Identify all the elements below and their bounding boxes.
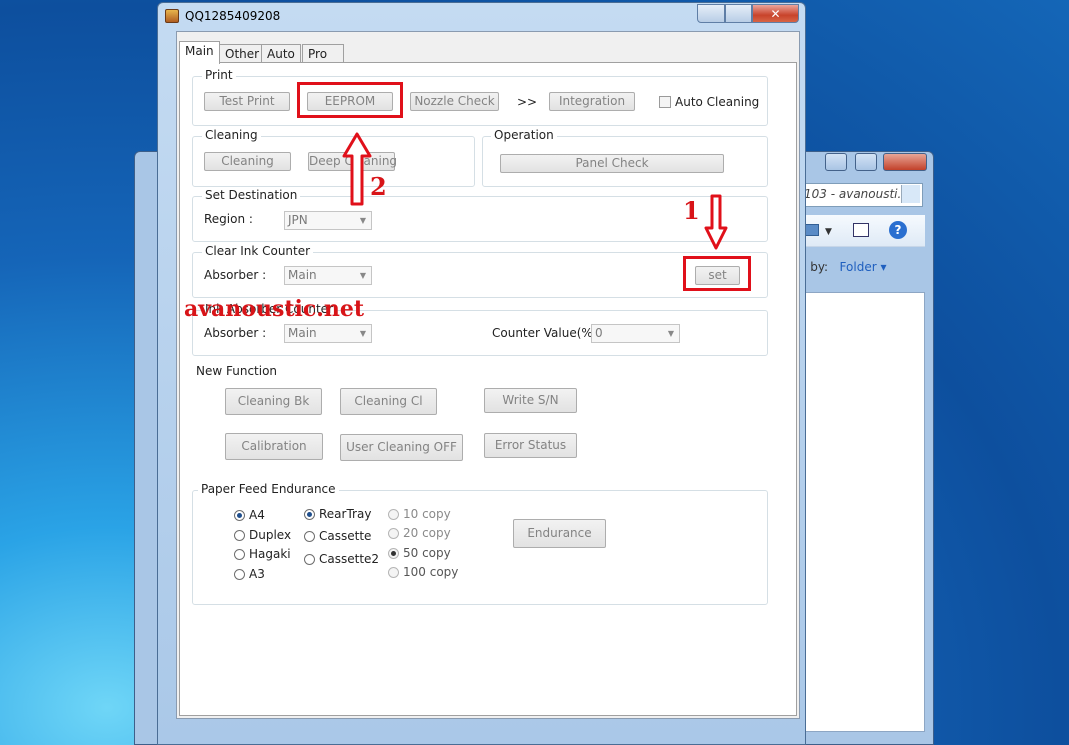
duplex-radio[interactable] [234, 530, 245, 541]
ink-absorber-value: Main [288, 326, 317, 340]
test-print-button[interactable]: Test Print [204, 92, 290, 111]
paper-feed-endurance-label: Paper Feed Endurance [198, 482, 339, 496]
copy-100-label: 100 copy [403, 565, 459, 579]
copy-10-label: 10 copy [403, 507, 451, 521]
region-select[interactable]: JPN ▼ [284, 211, 372, 230]
hagaki-radio[interactable] [234, 549, 245, 560]
copy-50-label: 50 copy [403, 546, 451, 560]
tab-auto[interactable]: Auto [261, 44, 301, 63]
view-icon[interactable] [805, 224, 819, 236]
preview-pane-icon[interactable] [853, 223, 869, 237]
clear-ink-counter-label: Clear Ink Counter [202, 244, 314, 258]
endurance-button[interactable]: Endurance [513, 519, 606, 548]
bg-arrange-by[interactable]: e by: Folder ▾ [799, 260, 923, 282]
a3-radio[interactable] [234, 569, 245, 580]
clear-ink-counter-group [192, 252, 768, 298]
bg-content-pane [799, 292, 925, 732]
counter-value-select[interactable]: 0 ▼ [591, 324, 680, 343]
duplex-label: Duplex [249, 528, 292, 542]
auto-cleaning-label: Auto Cleaning [675, 95, 760, 109]
auto-cleaning-checkbox[interactable] [659, 96, 671, 108]
bg-maximize-button[interactable] [855, 153, 877, 171]
cleaning-group-label: Cleaning [202, 128, 261, 142]
cleaning-bk-button[interactable]: Cleaning Bk [225, 388, 322, 415]
nozzle-check-button[interactable]: Nozzle Check [410, 92, 499, 111]
a4-label: A4 [249, 508, 265, 522]
chevron-down-icon: ▼ [359, 271, 367, 280]
copy-20-radio[interactable] [388, 528, 399, 539]
window-title: QQ1285409208 [185, 9, 281, 23]
error-status-button[interactable]: Error Status [484, 433, 577, 458]
ink-absorber-select[interactable]: Main ▼ [284, 324, 372, 343]
clear-ink-absorber-value: Main [288, 268, 317, 282]
tab-pro[interactable]: Pro [302, 44, 344, 63]
bg-close-button[interactable] [883, 153, 927, 171]
calibration-button[interactable]: Calibration [225, 433, 323, 460]
integration-button[interactable]: Integration [549, 92, 635, 111]
counter-value: 0 [595, 326, 603, 340]
step-1-label: 1 [683, 196, 700, 225]
cleaning-button[interactable]: Cleaning [204, 152, 291, 171]
title-bar: QQ1285409208 ✕ [158, 3, 805, 31]
bg-toolbar: ▼ ? [799, 215, 925, 247]
clear-ink-absorber-label: Absorber : [204, 268, 267, 282]
bg-address-bar[interactable]: 103 - avanousti... [799, 183, 923, 207]
main-window: QQ1285409208 ✕ Main Other Auto Pro Print… [157, 2, 806, 745]
reartray-radio[interactable] [304, 509, 315, 520]
down-arrow-annotation [704, 194, 728, 250]
counter-value-label: Counter Value(%) : [492, 326, 606, 340]
copy-100-radio[interactable] [388, 567, 399, 578]
new-function-label: New Function [196, 364, 278, 378]
tab-main[interactable]: Main [179, 41, 220, 64]
copy-50-radio[interactable] [388, 548, 399, 559]
arrange-by-value[interactable]: Folder ▾ [840, 260, 887, 274]
watermark-text: avanoustic.net [184, 296, 365, 322]
bg-minimize-button[interactable] [825, 153, 847, 171]
clear-ink-absorber-select[interactable]: Main ▼ [284, 266, 372, 285]
set-highlight-box [683, 256, 751, 291]
tab-page-main: Print Test Print EEPROM Nozzle Check >> … [179, 62, 797, 716]
cleaning-cl-button[interactable]: Cleaning Cl [340, 388, 437, 415]
step-2-label: 2 [370, 172, 387, 201]
cassette2-radio[interactable] [304, 554, 315, 565]
chevron-down-icon: ▼ [359, 216, 367, 225]
hagaki-label: Hagaki [249, 547, 291, 561]
chevron-down-icon: ▼ [359, 329, 367, 338]
tab-other[interactable]: Other [219, 44, 266, 63]
chevrons-label: >> [517, 95, 538, 109]
ink-absorber-label: Absorber : [204, 326, 267, 340]
cassette2-label: Cassette2 [319, 552, 380, 566]
search-icon[interactable] [901, 185, 920, 203]
eeprom-highlight-box [297, 82, 403, 118]
copy-10-radio[interactable] [388, 509, 399, 520]
app-icon [165, 9, 179, 23]
reartray-label: RearTray [319, 507, 372, 521]
client-area: Main Other Auto Pro Print Test Print EEP… [176, 31, 800, 719]
a4-radio[interactable] [234, 510, 245, 521]
help-icon[interactable]: ? [889, 221, 907, 239]
region-value: JPN [288, 213, 308, 227]
cassette-radio[interactable] [304, 531, 315, 542]
chevron-down-icon: ▼ [667, 329, 675, 338]
chevron-down-icon[interactable]: ▼ [825, 227, 832, 237]
set-destination-group [192, 196, 768, 242]
a3-label: A3 [249, 567, 265, 581]
print-group-label: Print [202, 68, 236, 82]
close-button[interactable]: ✕ [752, 4, 799, 23]
copy-20-label: 20 copy [403, 526, 451, 540]
write-sn-button[interactable]: Write S/N [484, 388, 577, 413]
set-destination-label: Set Destination [202, 188, 301, 202]
up-arrow-annotation [342, 132, 372, 206]
bg-address-text: 103 - avanousti... [804, 187, 909, 201]
user-cleaning-off-button[interactable]: User Cleaning OFF [340, 434, 463, 461]
panel-check-button[interactable]: Panel Check [500, 154, 724, 173]
region-label: Region : [204, 212, 253, 226]
cassette-label: Cassette [319, 529, 372, 543]
operation-group-label: Operation [491, 128, 557, 142]
maximize-button[interactable] [725, 4, 752, 23]
minimize-button[interactable] [697, 4, 725, 23]
